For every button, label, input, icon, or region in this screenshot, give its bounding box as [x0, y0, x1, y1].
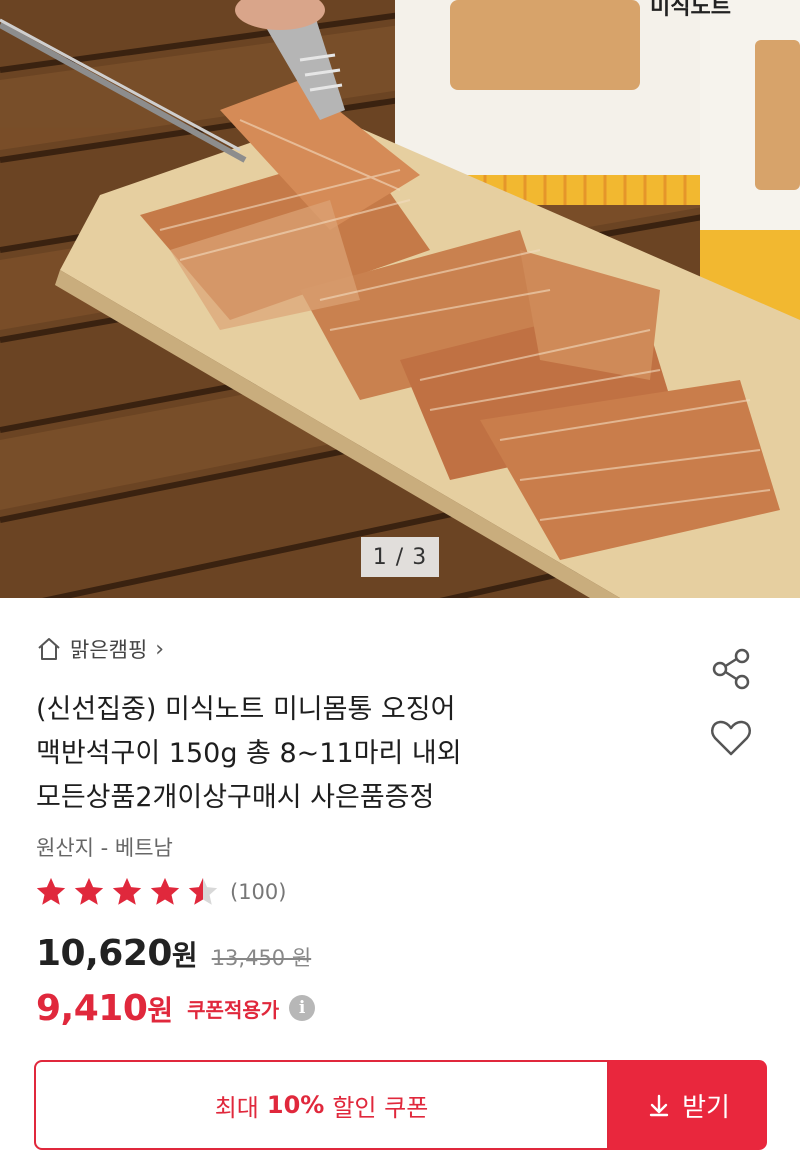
coupon-price-row: 9,410원 쿠폰적용가 i [36, 984, 316, 1032]
product-image-carousel[interactable]: 미식노트 1 / 3 [0, 0, 800, 598]
coupon-price-label: 쿠폰적용가 [187, 997, 280, 1022]
coupon-price-value: 9,410 [36, 987, 148, 1029]
carousel-pager: 1 / 3 [361, 537, 439, 577]
product-origin: 원산지 - 베트남 [36, 836, 173, 860]
share-icon [712, 648, 750, 690]
current-price-currency: 원 [171, 939, 198, 972]
download-icon [649, 1094, 669, 1117]
coupon-banner[interactable]: 최대 10% 할인 쿠폰 [34, 1060, 609, 1150]
original-price: 13,450 원 [211, 946, 312, 970]
store-name: 맑은캠핑 [70, 638, 148, 662]
home-icon [38, 638, 60, 660]
package-brand-text: 미식노트 [650, 0, 731, 20]
current-price-value: 10,620 [36, 933, 172, 974]
star-icon [36, 877, 66, 905]
coupon-price-currency: 원 [147, 993, 174, 1027]
wishlist-button[interactable] [707, 714, 755, 762]
coupon-banner-percent: 10% [266, 1091, 325, 1119]
get-coupon-button[interactable]: 받기 [609, 1060, 767, 1150]
product-title-line: 모든상품2개이상구매시 사은품증정 [36, 782, 435, 813]
product-title-line: (신선집중) 미식노트 미니몸통 오징어 [36, 694, 456, 725]
product-rating[interactable]: (100) [34, 873, 286, 911]
heart-icon [711, 720, 751, 756]
product-title: (신선집중) 미식노트 미니몸통 오징어 맥반석구이 150g 총 8~11마리… [36, 688, 656, 820]
review-count[interactable]: (100) [230, 880, 286, 904]
price-row: 10,620원 13,450 원 [36, 933, 311, 981]
star-icon [112, 877, 142, 905]
coupon-banner-prefix: 최대 [214, 1093, 259, 1122]
share-button[interactable] [707, 645, 755, 693]
product-title-line: 맥반석구이 150g 총 8~11마리 내외 [36, 738, 462, 769]
store-link[interactable]: 맑은캠핑 › [36, 632, 164, 666]
half-star-icon [188, 877, 218, 905]
product-photo: 미식노트 [0, 0, 800, 598]
coupon-price: 9,410원 [36, 988, 173, 1029]
star-icon [74, 877, 104, 905]
info-icon[interactable]: i [289, 995, 316, 1021]
chevron-right-icon: › [155, 636, 165, 662]
coupon-banner-suffix: 할인 쿠폰 [332, 1093, 429, 1122]
get-coupon-label: 받기 [682, 1092, 730, 1123]
current-price: 10,620원 [36, 933, 198, 974]
star-icon [150, 877, 180, 905]
